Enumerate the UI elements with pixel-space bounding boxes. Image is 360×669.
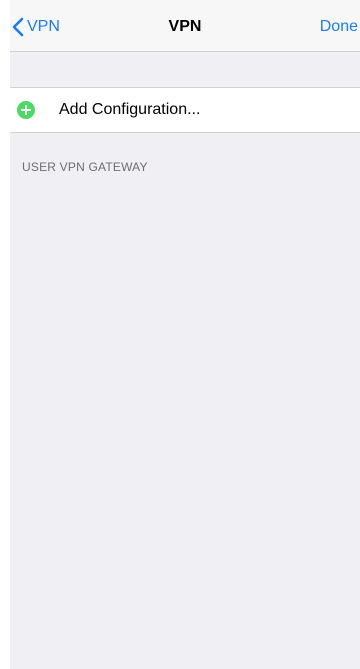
done-button[interactable]: Done: [320, 18, 358, 36]
page-title: VPN: [168, 18, 202, 35]
plus-circle-icon: [17, 101, 35, 119]
configuration-group: Add Configuration...: [10, 87, 360, 133]
navigation-bar: VPN VPN Done: [10, 0, 360, 52]
vpn-screen: VPN VPN Done Add Configuration... USER V…: [10, 0, 360, 669]
section-header-user-vpn-gateway: USER VPN GATEWAY: [22, 160, 148, 174]
add-configuration-label: Add Configuration...: [59, 101, 201, 118]
add-configuration-cell[interactable]: Add Configuration...: [10, 88, 360, 132]
